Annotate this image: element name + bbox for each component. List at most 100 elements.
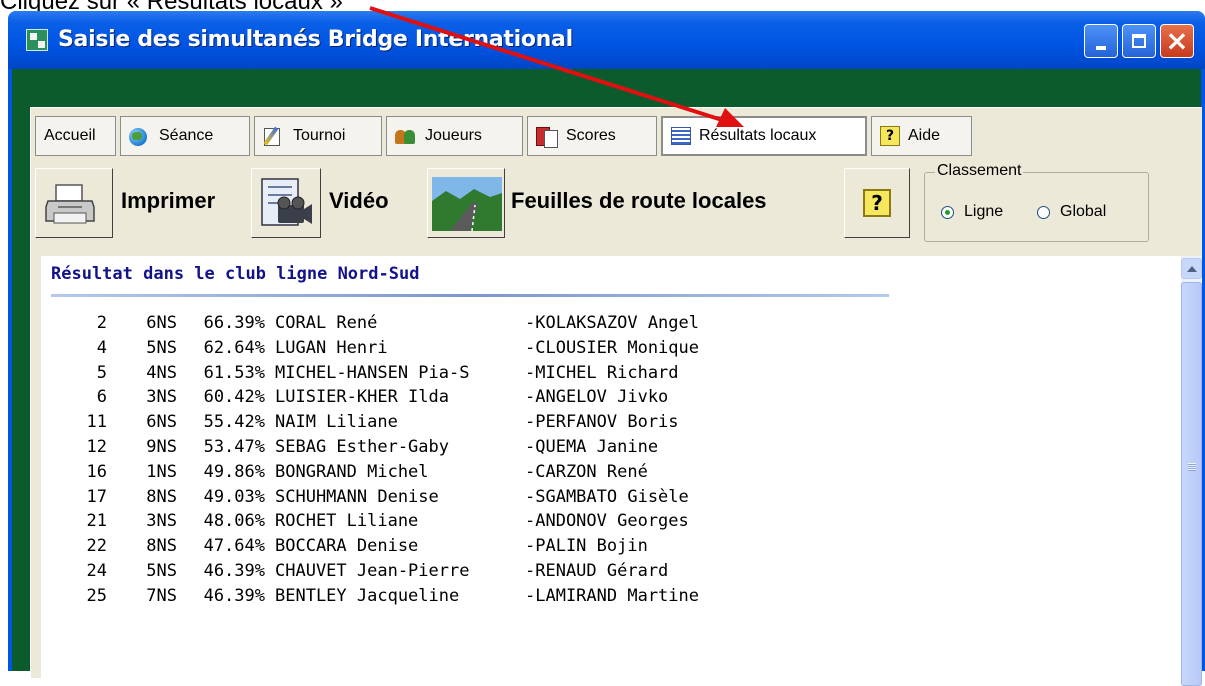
seat-cell: 3NS — [146, 511, 177, 532]
print-button[interactable] — [35, 168, 113, 238]
result-row: 25 7NS 46.39% BENTLEY Jacqueline -LAMIRAND M… — [71, 584, 699, 609]
radio-global[interactable]: Global — [1037, 203, 1106, 221]
maximize-icon — [1132, 34, 1146, 48]
south-player-cell: -RENAUD Gérard — [525, 560, 669, 581]
tab-joueurs[interactable]: Joueurs — [386, 116, 523, 156]
south-player-cell: -MICHEL Richard — [525, 362, 679, 383]
minimize-button[interactable] — [1084, 24, 1118, 58]
results-pane[interactable]: Résultat dans le club ligne Nord-Sud 2 6N… — [41, 256, 1202, 686]
south-player-cell: -CLOUSIER Monique — [525, 337, 699, 358]
tab-resultats-locaux[interactable]: Résultats locaux — [661, 116, 867, 156]
tab-label: Joueurs — [425, 127, 482, 144]
tab-label: Accueil — [44, 127, 96, 144]
scroll-thumb[interactable] — [1181, 282, 1202, 686]
maximize-button[interactable] — [1122, 24, 1156, 58]
rank-cell: 11 — [86, 412, 107, 433]
percentage-cell: 66.39% — [203, 313, 265, 333]
radio-ligne[interactable]: Ligne — [941, 203, 1003, 221]
south-player-cell: -CARZON René — [525, 461, 648, 482]
north-player-cell: MICHEL-HANSEN Pia-S — [275, 362, 470, 383]
radio-global-indicator — [1037, 205, 1050, 219]
rank-cell: 12 — [86, 436, 107, 457]
seat-cell: 7NS — [146, 585, 177, 606]
client-area: Accueil Séance Tournoi Joueurs Scores Ré… — [12, 69, 1202, 686]
north-player-cell: BOCCARA Denise — [275, 536, 419, 557]
tab-tournoi[interactable]: Tournoi — [254, 116, 382, 156]
tab-label: Séance — [159, 127, 214, 144]
seat-cell: 6NS — [146, 412, 177, 433]
south-player-cell: -ANDONOV Georges — [525, 511, 689, 532]
title-bar[interactable]: Saisie des simultanés Bridge Internation… — [8, 11, 1205, 69]
result-row: 11 6NS 55.42% NAIM Liliane -PERFANOV Boris — [71, 410, 699, 435]
seat-cell: 1NS — [146, 461, 177, 482]
tab-label: Scores — [566, 127, 616, 144]
tab-label: Tournoi — [293, 127, 346, 144]
result-row: 22 8NS 47.64% BOCCARA Denise -PALIN Bojin — [71, 534, 699, 559]
south-player-cell: -PALIN Bojin — [525, 536, 648, 557]
south-player-cell: -LAMIRAND Martine — [525, 585, 699, 606]
tab-aide[interactable]: ? Aide — [871, 116, 972, 156]
south-player-cell: -PERFANOV Boris — [525, 412, 679, 433]
result-row: 24 5NS 46.39% CHAUVET Jean-Pierre -RENAUD Gé… — [71, 559, 699, 584]
grip-icon — [1188, 463, 1196, 471]
seat-cell: 6NS — [146, 313, 177, 333]
close-icon: × — [1165, 24, 1189, 57]
app-icon — [26, 29, 48, 51]
scroll-up-button[interactable] — [1181, 258, 1202, 279]
rank-cell: 16 — [86, 461, 107, 482]
seat-cell: 8NS — [146, 536, 177, 557]
results-title: Résultat dans le club ligne Nord-Sud — [51, 264, 420, 284]
video-button[interactable] — [251, 168, 321, 238]
north-player-cell: CORAL René — [275, 313, 378, 333]
north-player-cell: SEBAG Esther-Gaby — [275, 436, 449, 457]
results-separator — [51, 294, 889, 297]
route-button[interactable] — [427, 168, 505, 238]
tab-seance[interactable]: Séance — [120, 116, 250, 156]
close-button[interactable]: × — [1160, 24, 1194, 58]
percentage-cell: 60.42% — [203, 387, 265, 408]
seat-cell: 5NS — [146, 337, 177, 358]
help-icon: ? — [880, 126, 900, 146]
percentage-cell: 53.47% — [203, 436, 265, 457]
percentage-cell: 46.39% — [203, 560, 265, 581]
percentage-cell: 49.86% — [203, 461, 265, 482]
seat-cell: 4NS — [146, 362, 177, 383]
north-player-cell: LUISIER-KHER Ilda — [275, 387, 449, 408]
south-player-cell: -SGAMBATO Gisèle — [525, 486, 689, 507]
toolbar-help-button[interactable]: ? — [844, 168, 910, 238]
percentage-cell: 61.53% — [203, 362, 265, 383]
route-label: Feuilles de route locales — [511, 188, 767, 213]
classement-group: Classement Ligne Global — [924, 162, 1149, 242]
rank-cell: 22 — [86, 536, 107, 557]
results-list: 2 6NS 66.39% CORAL René -KOLAKSAZOV Angel 4 5N… — [71, 311, 699, 609]
result-row: 16 1NS 49.86% BONGRAND Michel -CARZON René — [71, 460, 699, 485]
classement-title: Classement — [935, 162, 1024, 180]
rank-cell: 5 — [96, 362, 107, 383]
vertical-scrollbar[interactable] — [1181, 256, 1202, 686]
rank-cell: 17 — [86, 486, 107, 507]
tab-accueil[interactable]: Accueil — [35, 116, 116, 156]
north-player-cell: SCHUHMANN Denise — [275, 486, 439, 507]
result-row: 5 4NS 61.53% MICHEL-HANSEN Pia-S -MICHEL Ric… — [71, 361, 699, 386]
globe-icon — [129, 126, 151, 146]
edit-document-icon — [263, 126, 285, 146]
result-row: 4 5NS 62.64% LUGAN Henri -CLOUSIER Monique — [71, 336, 699, 361]
rank-cell: 2 — [96, 313, 107, 333]
south-player-cell: -QUEMA Janine — [525, 436, 659, 457]
scores-icon — [536, 126, 558, 148]
north-player-cell: NAIM Liliane — [275, 412, 398, 433]
main-panel: Accueil Séance Tournoi Joueurs Scores Ré… — [30, 107, 1202, 686]
result-row: 12 9NS 53.47% SEBAG Esther-Gaby -QUEMA Janin… — [71, 435, 699, 460]
rank-cell: 21 — [86, 511, 107, 532]
percentage-cell: 55.42% — [203, 412, 265, 433]
north-player-cell: BONGRAND Michel — [275, 461, 429, 482]
road-icon — [432, 177, 502, 231]
seat-cell: 3NS — [146, 387, 177, 408]
rank-cell: 4 — [96, 337, 107, 358]
result-row: 17 8NS 49.03% SCHUHMANN Denise -SGAMBATO Gis… — [71, 485, 699, 510]
tab-scores[interactable]: Scores — [527, 116, 657, 156]
south-player-cell: -KOLAKSAZOV Angel — [525, 313, 699, 333]
rank-cell: 24 — [86, 560, 107, 581]
result-row: 2 6NS 66.39% CORAL René -KOLAKSAZOV Angel — [71, 311, 699, 336]
result-row: 21 3NS 48.06% ROCHET Liliane -ANDONOV George… — [71, 509, 699, 534]
